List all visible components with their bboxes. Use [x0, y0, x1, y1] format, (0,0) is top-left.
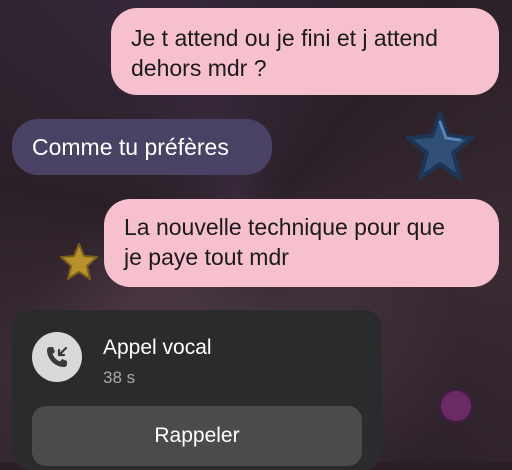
- message-bubble-sent[interactable]: La nouvelle technique pour que je paye t…: [104, 199, 499, 287]
- call-duration: 38 s: [103, 368, 136, 387]
- message-text: Comme tu préfères: [32, 134, 229, 160]
- recall-button[interactable]: Rappeler: [32, 406, 362, 466]
- message-bubble-sent[interactable]: Je t attend ou je fini et j attend dehor…: [111, 8, 499, 95]
- purple-dot-sticker: [441, 391, 471, 421]
- yellow-star-sticker: [60, 243, 98, 280]
- call-title: Appel vocal: [103, 336, 212, 359]
- incoming-call-icon: [32, 332, 82, 382]
- voice-call-card[interactable]: Appel vocal 38 s Rappeler: [12, 310, 382, 470]
- message-text: La nouvelle technique pour que je paye t…: [124, 214, 445, 270]
- blue-star-sticker: [406, 112, 474, 180]
- message-text: Je t attend ou je fini et j attend dehor…: [131, 25, 438, 81]
- phone-incoming-icon: [47, 346, 68, 367]
- message-bubble-received[interactable]: Comme tu préfères: [12, 119, 272, 175]
